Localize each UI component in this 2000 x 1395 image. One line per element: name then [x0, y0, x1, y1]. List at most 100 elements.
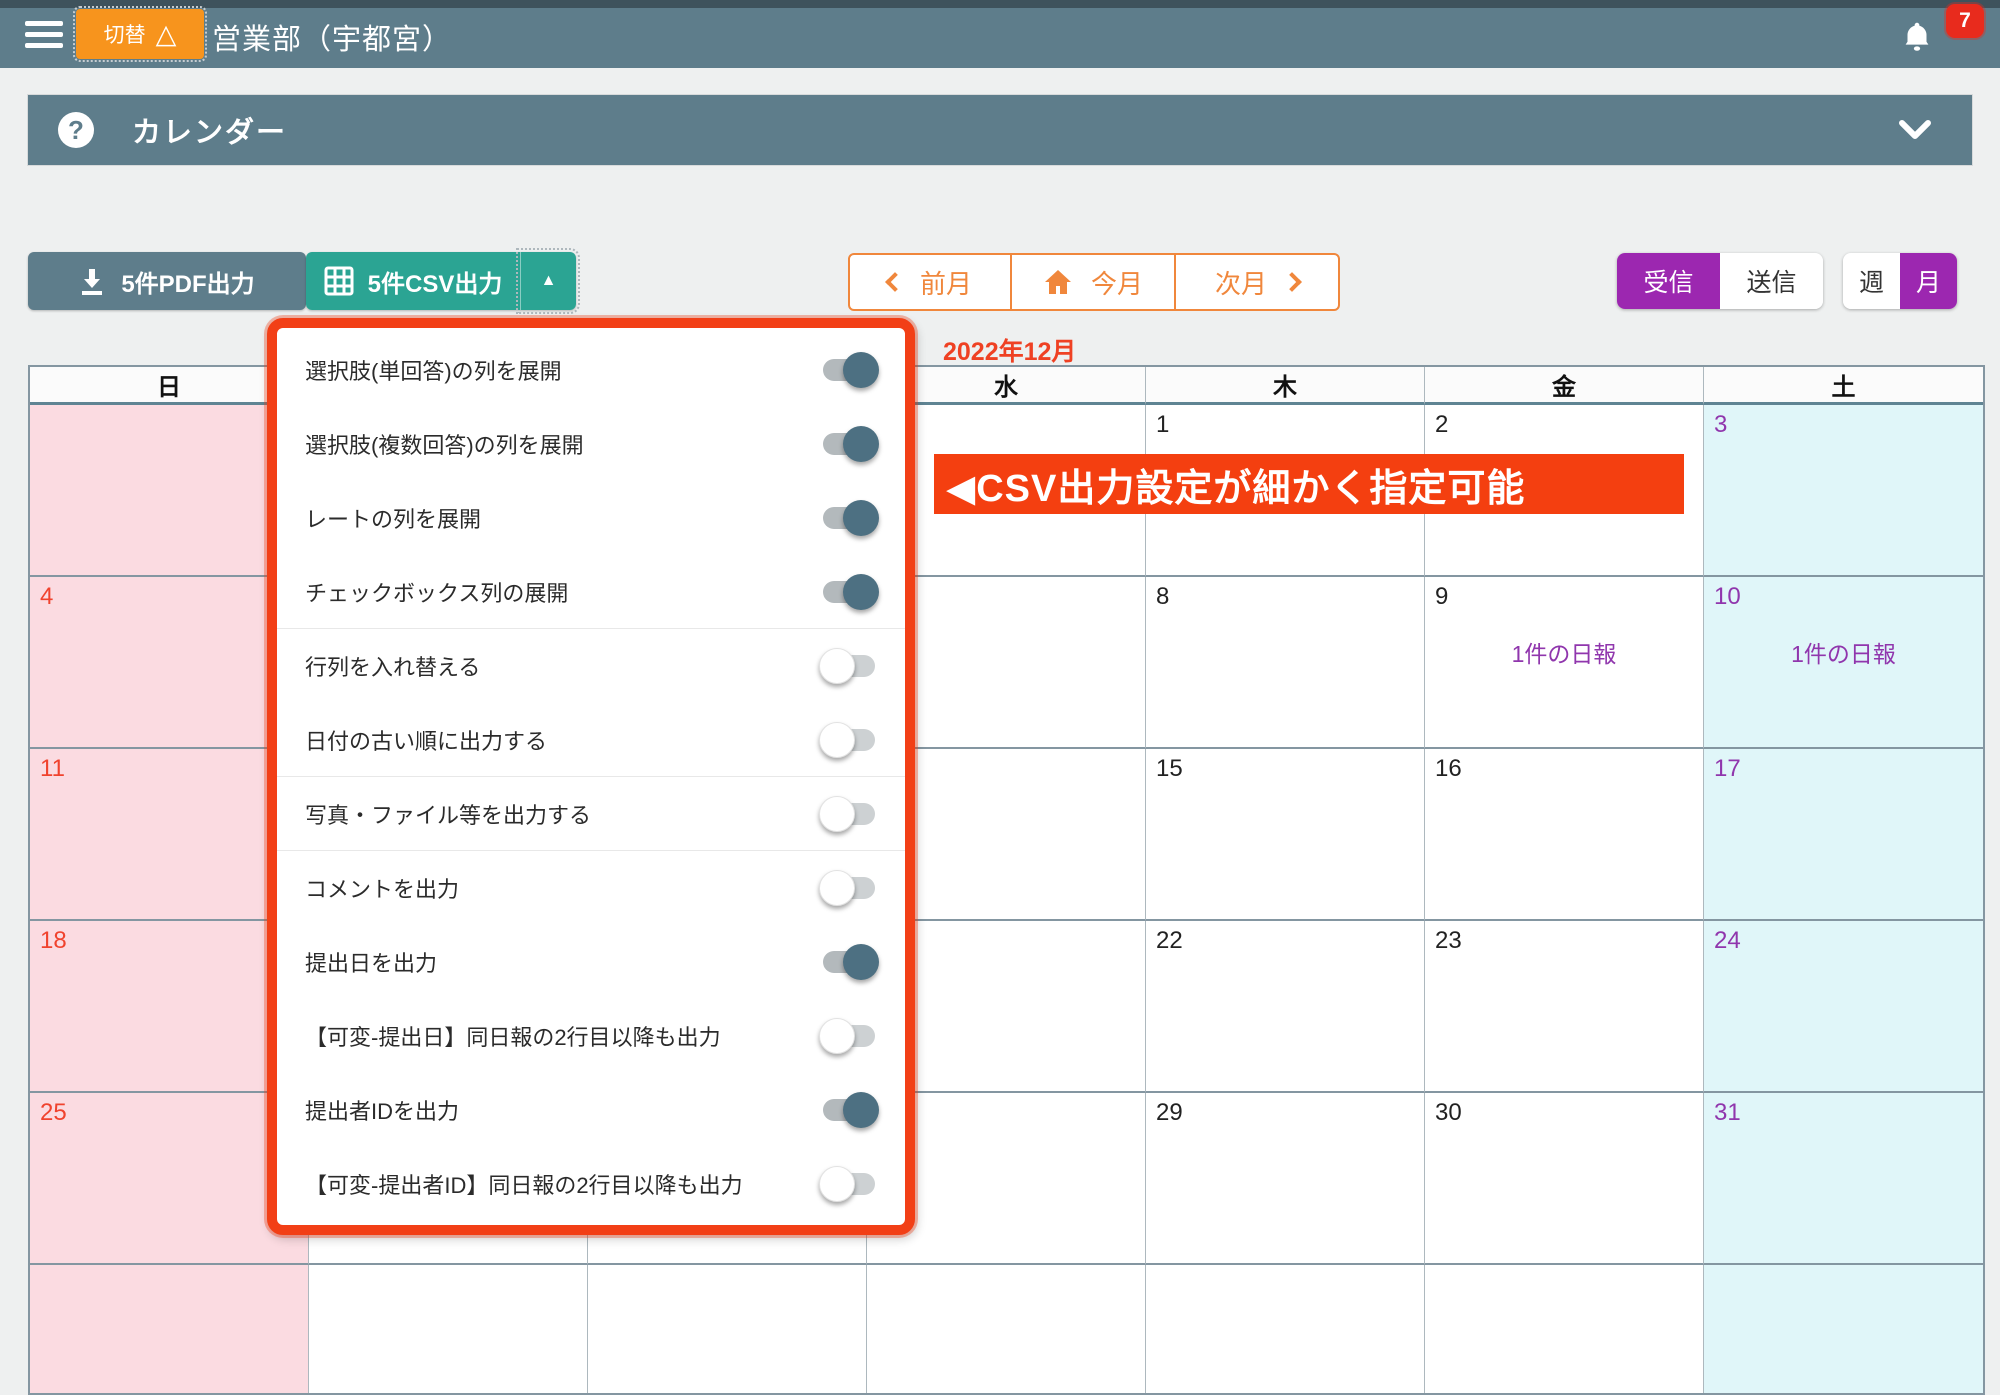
- csv-option-row: 選択肢(単回答)の列を展開: [277, 333, 905, 407]
- next-month-button[interactable]: 次月: [1174, 253, 1340, 311]
- toggle-switch-10[interactable]: [823, 1099, 875, 1121]
- calendar-cell[interactable]: [1425, 1265, 1704, 1395]
- calendar-cell[interactable]: 9 1件の日報: [1425, 577, 1704, 749]
- date-number: 11: [40, 755, 65, 783]
- csv-option-row: 提出日を出力: [277, 925, 905, 999]
- switch-button[interactable]: 切替 △: [76, 9, 204, 59]
- calendar-cell[interactable]: 30: [1425, 1093, 1704, 1265]
- calendar-cell[interactable]: 22: [1146, 921, 1425, 1093]
- toggle-knob: [843, 1092, 879, 1128]
- toggle-switch-11[interactable]: [823, 1173, 875, 1195]
- csv-option-row: 提出者IDを出力: [277, 1073, 905, 1147]
- csv-export-button[interactable]: 5件CSV出力: [306, 252, 520, 310]
- csv-options-dropdown-button[interactable]: ▲: [520, 252, 576, 310]
- calendar-cell[interactable]: [867, 1265, 1146, 1395]
- toggle-switch-8[interactable]: [823, 951, 875, 973]
- toggle-switch-7[interactable]: [823, 877, 875, 899]
- csv-option-label: 【可変-提出者ID】同日報の2行目以降も出力: [305, 1168, 743, 1200]
- toggle-switch-6[interactable]: [823, 803, 875, 825]
- csv-option-row: 選択肢(複数回答)の列を展開: [277, 407, 905, 481]
- send-tab[interactable]: 送信: [1720, 253, 1823, 309]
- receive-send-toggle-group: 受信 送信: [1617, 253, 1823, 309]
- daily-report-link[interactable]: 1件の日報: [1425, 635, 1703, 669]
- csv-option-row: 日付の古い順に出力する: [277, 703, 905, 777]
- date-number: 23: [1435, 927, 1462, 955]
- date-number: 2: [1435, 411, 1448, 439]
- calendar-cell[interactable]: 29: [1146, 1093, 1425, 1265]
- calendar-cell[interactable]: 8: [1146, 577, 1425, 749]
- date-number: 30: [1435, 1099, 1462, 1127]
- calendar-cell[interactable]: 23: [1425, 921, 1704, 1093]
- date-number: 4: [40, 583, 53, 611]
- page-title: 営業部（宇都宮）: [212, 16, 452, 58]
- home-icon: [1043, 268, 1073, 296]
- bell-icon[interactable]: [1898, 17, 1936, 57]
- date-number: 18: [40, 927, 67, 955]
- csv-option-label: 行列を入れ替える: [305, 650, 480, 682]
- toggle-knob: [819, 722, 855, 758]
- csv-option-row: 行列を入れ替える: [277, 629, 905, 703]
- calendar-cell[interactable]: [1146, 1265, 1425, 1395]
- current-month-indicator: 2022年12月: [943, 332, 1076, 368]
- daily-report-link[interactable]: 1件の日報: [1704, 635, 1983, 669]
- toggle-knob: [819, 1018, 855, 1054]
- csv-option-row: 写真・ファイル等を出力する: [277, 777, 905, 851]
- toggle-knob: [843, 574, 879, 610]
- download-icon: [79, 267, 105, 295]
- prev-month-button[interactable]: 前月: [848, 253, 1012, 311]
- chevron-left-icon: [885, 272, 905, 292]
- toggle-knob: [843, 944, 879, 980]
- pdf-export-label: 5件PDF出力: [121, 264, 254, 299]
- date-number: 16: [1435, 755, 1462, 783]
- menu-icon[interactable]: [25, 21, 63, 49]
- csv-option-row: コメントを出力: [277, 851, 905, 925]
- csv-option-label: 【可変-提出日】同日報の2行目以降も出力: [305, 1020, 721, 1052]
- calendar-cell[interactable]: [30, 1265, 309, 1395]
- toggle-switch-0[interactable]: [823, 359, 875, 381]
- app-bar: 切替 △ 営業部（宇都宮） 7: [0, 0, 2000, 68]
- date-number: 3: [1714, 411, 1727, 439]
- csv-export-group: 5件CSV出力 ▲: [306, 252, 576, 310]
- date-number: 9: [1435, 583, 1448, 611]
- current-month-button[interactable]: 今月: [1010, 253, 1176, 311]
- calendar-cell[interactable]: 17: [1704, 749, 1983, 921]
- date-number: 31: [1714, 1099, 1741, 1127]
- toggle-switch-3[interactable]: [823, 581, 875, 603]
- calendar-cell[interactable]: 31: [1704, 1093, 1983, 1265]
- month-view-tab[interactable]: 月: [1900, 253, 1957, 309]
- chevron-down-icon[interactable]: [1898, 119, 1932, 141]
- toggle-switch-5[interactable]: [823, 729, 875, 751]
- date-number: 29: [1156, 1099, 1183, 1127]
- next-month-label: 次月: [1215, 264, 1267, 301]
- date-number: 25: [40, 1099, 67, 1127]
- section-title: カレンダー: [132, 109, 287, 151]
- triangle-up-icon: ▲: [541, 272, 557, 290]
- toggle-switch-4[interactable]: [823, 655, 875, 677]
- csv-option-row: チェックボックス列の展開: [277, 555, 905, 629]
- toggle-switch-9[interactable]: [823, 1025, 875, 1047]
- week-view-tab[interactable]: 週: [1843, 253, 1900, 309]
- date-number: 24: [1714, 927, 1741, 955]
- calendar-cell[interactable]: 15: [1146, 749, 1425, 921]
- date-number: 10: [1714, 583, 1741, 611]
- calendar-cell[interactable]: 16: [1425, 749, 1704, 921]
- calendar-section-header: ? カレンダー: [28, 95, 1972, 165]
- receive-tab[interactable]: 受信: [1617, 253, 1720, 309]
- help-icon[interactable]: ?: [58, 112, 94, 148]
- calendar-cell[interactable]: 10 1件の日報: [1704, 577, 1983, 749]
- notification-badge: 7: [1946, 4, 1984, 38]
- calendar-cell[interactable]: [1704, 1265, 1983, 1395]
- calendar-cell[interactable]: 3: [1704, 405, 1983, 577]
- calendar-cell[interactable]: 24: [1704, 921, 1983, 1093]
- toggle-switch-1[interactable]: [823, 433, 875, 455]
- csv-option-row: 【可変-提出者ID】同日報の2行目以降も出力: [277, 1147, 905, 1221]
- month-navigation: 前月 今月 次月: [848, 253, 1340, 311]
- csv-option-label: 写真・ファイル等を出力する: [305, 798, 591, 830]
- pdf-export-button[interactable]: 5件PDF出力: [28, 252, 306, 310]
- calendar-cell[interactable]: [588, 1265, 867, 1395]
- csv-settings-panel: 選択肢(単回答)の列を展開選択肢(複数回答)の列を展開レートの列を展開チェックボ…: [267, 318, 915, 1235]
- calendar-cell[interactable]: [309, 1265, 588, 1395]
- csv-option-label: 提出日を出力: [305, 946, 437, 978]
- csv-option-label: 選択肢(単回答)の列を展開: [305, 354, 562, 386]
- toggle-switch-2[interactable]: [823, 507, 875, 529]
